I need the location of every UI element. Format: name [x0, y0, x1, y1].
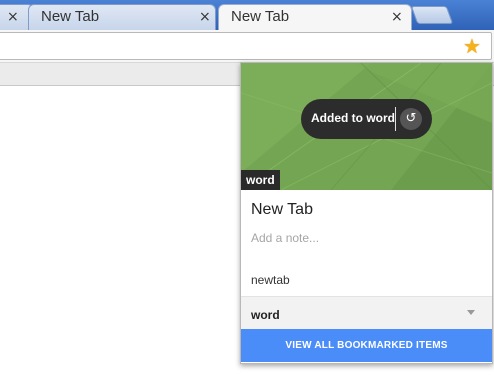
- tab-strip: × New Tab × New Tab ×: [0, 0, 494, 30]
- folder-chip: word: [241, 170, 280, 190]
- bookmark-title[interactable]: New Tab: [251, 201, 313, 219]
- folder-select[interactable]: word: [241, 296, 492, 330]
- tab-first-close-button[interactable]: ×: [7, 9, 19, 25]
- tab-close-button[interactable]: ×: [199, 9, 211, 25]
- tab-new-tab-inactive[interactable]: New Tab ×: [28, 4, 216, 30]
- tab-close-button[interactable]: ×: [391, 9, 403, 25]
- added-toast: Added to word ↺: [301, 99, 432, 139]
- bookmark-banner: Added to word ↺ word: [241, 63, 492, 190]
- star-icon[interactable]: ★: [463, 34, 481, 58]
- tab-title: New Tab: [231, 8, 290, 25]
- tab-new-tab-active[interactable]: New Tab ×: [218, 4, 412, 30]
- chevron-down-icon: [467, 310, 475, 315]
- folder-select-value: word: [251, 308, 280, 322]
- toast-divider: [395, 107, 396, 131]
- omnibox[interactable]: ★: [0, 32, 492, 60]
- bookmark-bubble: Added to word ↺ word New Tab Add a note.…: [240, 62, 493, 364]
- view-all-bookmarks-button[interactable]: VIEW ALL BOOKMARKED ITEMS: [241, 329, 492, 362]
- undo-icon[interactable]: ↺: [400, 108, 422, 130]
- new-tab-button[interactable]: [410, 6, 454, 24]
- toast-text: Added to word: [311, 111, 395, 125]
- bookmark-tag[interactable]: newtab: [251, 273, 290, 287]
- toolbar: ★: [0, 30, 494, 62]
- tab-title: New Tab: [41, 8, 100, 25]
- note-input[interactable]: Add a note...: [251, 231, 319, 245]
